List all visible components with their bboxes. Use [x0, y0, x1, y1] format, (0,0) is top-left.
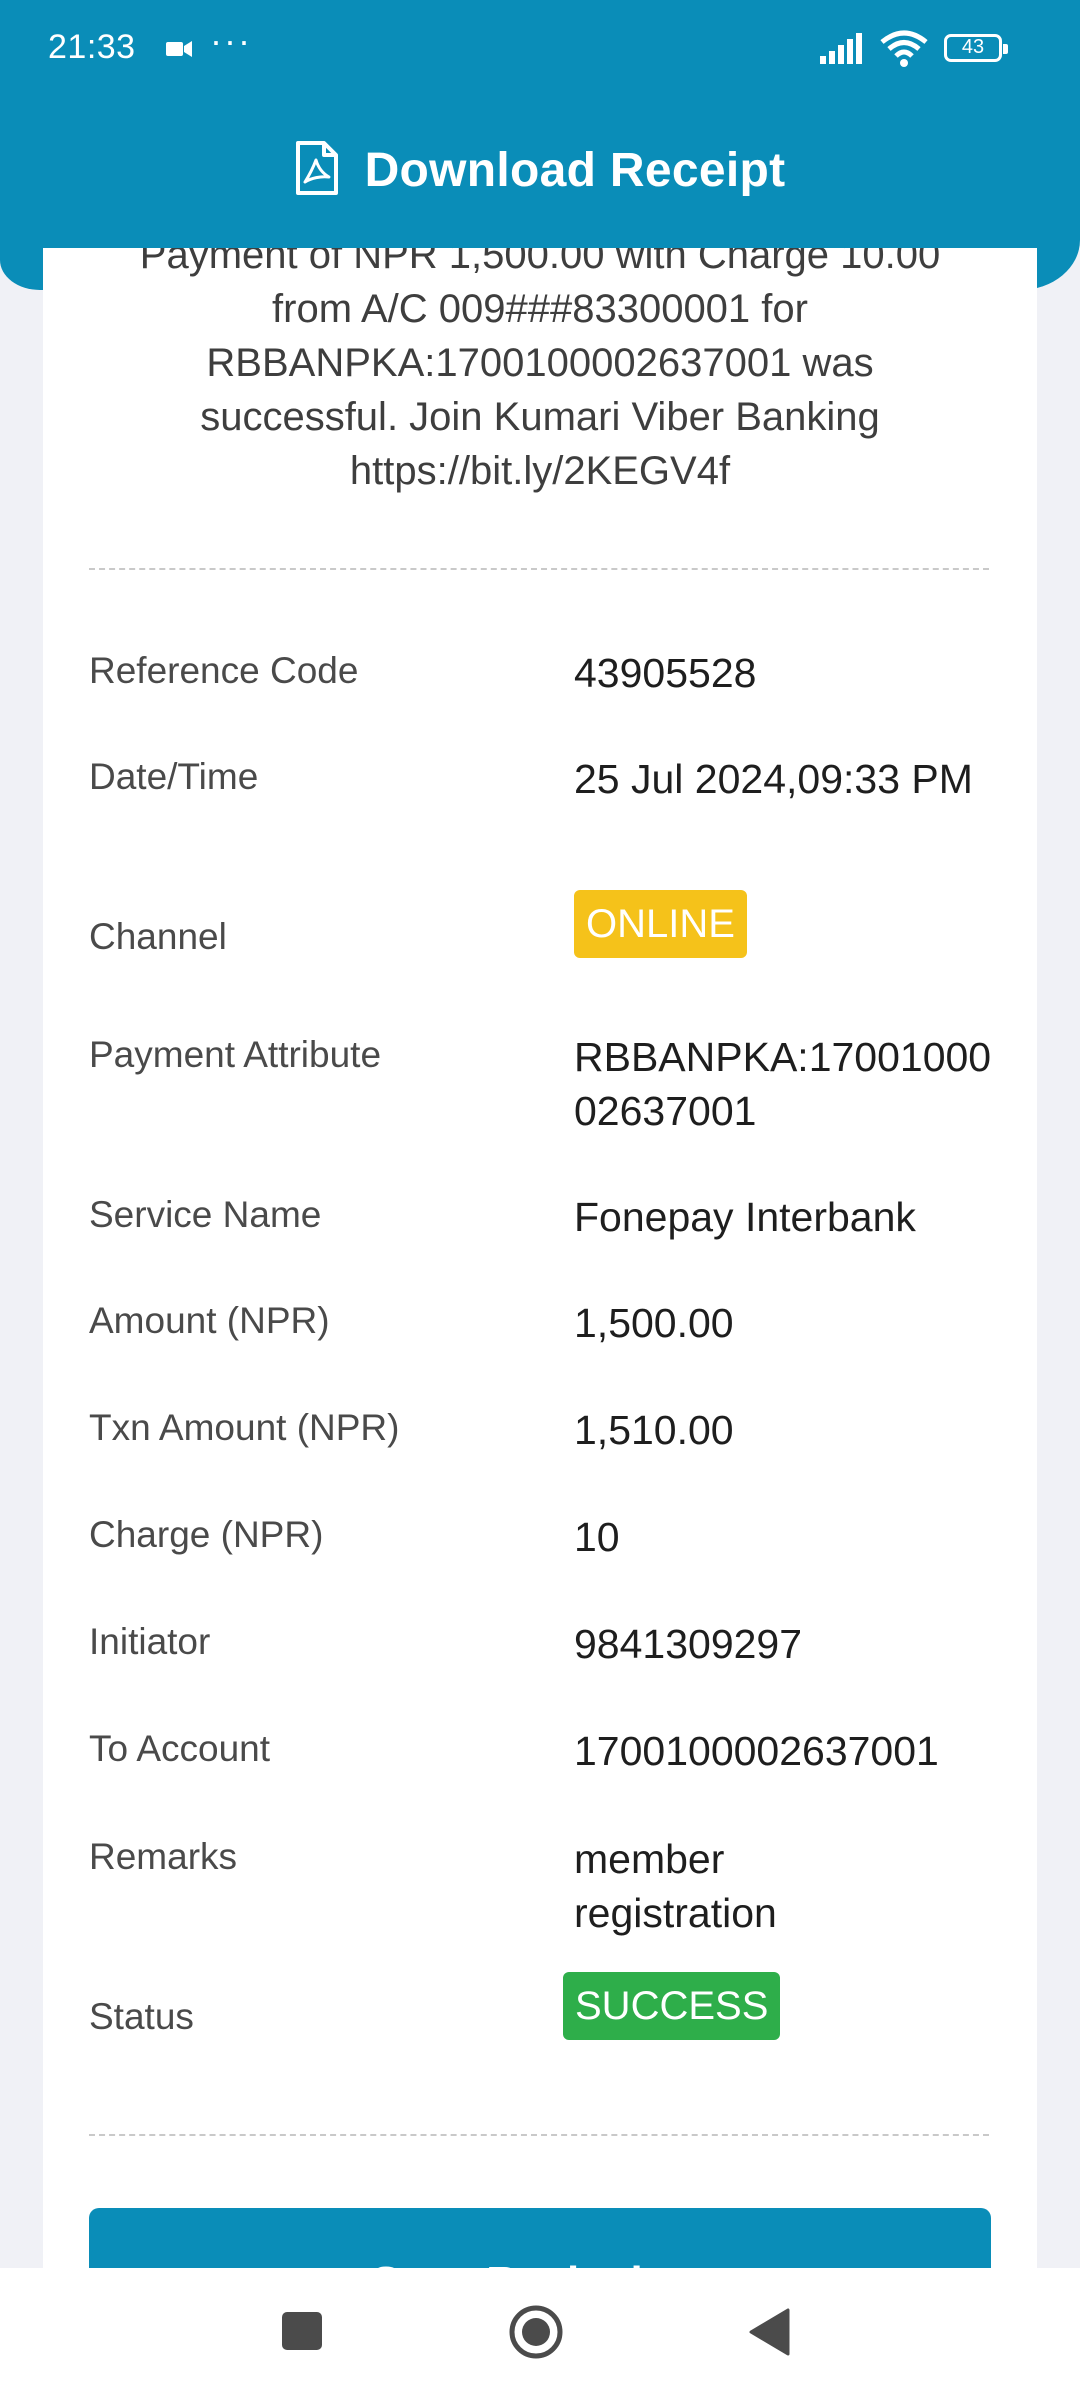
transaction-message: Payment of NPR 1,500.00 with Charge 10.0…	[139, 248, 941, 493]
status-badge: SUCCESS	[563, 1972, 781, 2040]
video-camera-icon	[166, 40, 192, 63]
battery-level: 43	[961, 36, 985, 58]
detail-value: member registration	[574, 1836, 777, 1936]
channel-badge: ONLINE	[574, 890, 747, 958]
detail-value: RBBANPKA:1700100002637001	[574, 1034, 992, 1134]
page-header: Download Receipt	[0, 135, 1080, 205]
more-notifications-icon: ···	[210, 20, 252, 61]
detail-value: ONLINE	[574, 890, 1004, 958]
wifi-icon	[880, 30, 928, 73]
receipt-card: Payment of NPR 1,500.00 with Charge 10.0…	[43, 248, 1037, 2268]
detail-value: 9841309297	[574, 1621, 803, 1667]
detail-label: Status	[89, 1996, 194, 2037]
detail-value: 1,510.00	[574, 1407, 734, 1453]
pdf-file-icon[interactable]	[295, 140, 339, 201]
detail-value: 25 Jul 2024,09:33 PM	[574, 756, 973, 802]
detail-label: To Account	[89, 1728, 271, 1769]
recent-apps-icon[interactable]	[282, 2312, 322, 2350]
detail-label: Payment Attribute	[89, 1034, 382, 1075]
home-icon[interactable]	[508, 2304, 564, 2365]
detail-value: 10	[574, 1514, 620, 1560]
save-recipient-button[interactable]: Save Reciepient	[89, 2208, 991, 2268]
signal-icon	[820, 32, 870, 69]
detail-value: SUCCESS	[563, 1972, 993, 2040]
detail-label: Channel	[89, 916, 227, 957]
detail-label: Service Name	[89, 1194, 322, 1235]
detail-label: Charge (NPR)	[89, 1514, 324, 1555]
detail-value: 43905528	[574, 650, 757, 696]
dashed-divider	[89, 568, 989, 570]
detail-value: 1700100002637001	[574, 1728, 939, 1774]
battery-icon: 43	[944, 34, 1008, 62]
detail-label: Txn Amount (NPR)	[89, 1407, 400, 1448]
detail-value: 1,500.00	[574, 1300, 734, 1346]
detail-label: Amount (NPR)	[89, 1300, 330, 1341]
detail-label: Initiator	[89, 1621, 211, 1662]
detail-label: Reference Code	[89, 650, 359, 691]
dashed-divider	[89, 2134, 989, 2136]
status-bar: 21:33 ··· 43	[0, 0, 1080, 100]
detail-label: Date/Time	[89, 756, 259, 797]
detail-label: Remarks	[89, 1836, 238, 1877]
navigation-bar	[0, 2268, 1080, 2400]
back-icon[interactable]	[748, 2308, 790, 2361]
detail-value: Fonepay Interbank	[574, 1194, 916, 1240]
page-title: Download Receipt	[364, 143, 786, 197]
status-time: 21:33	[48, 28, 136, 66]
